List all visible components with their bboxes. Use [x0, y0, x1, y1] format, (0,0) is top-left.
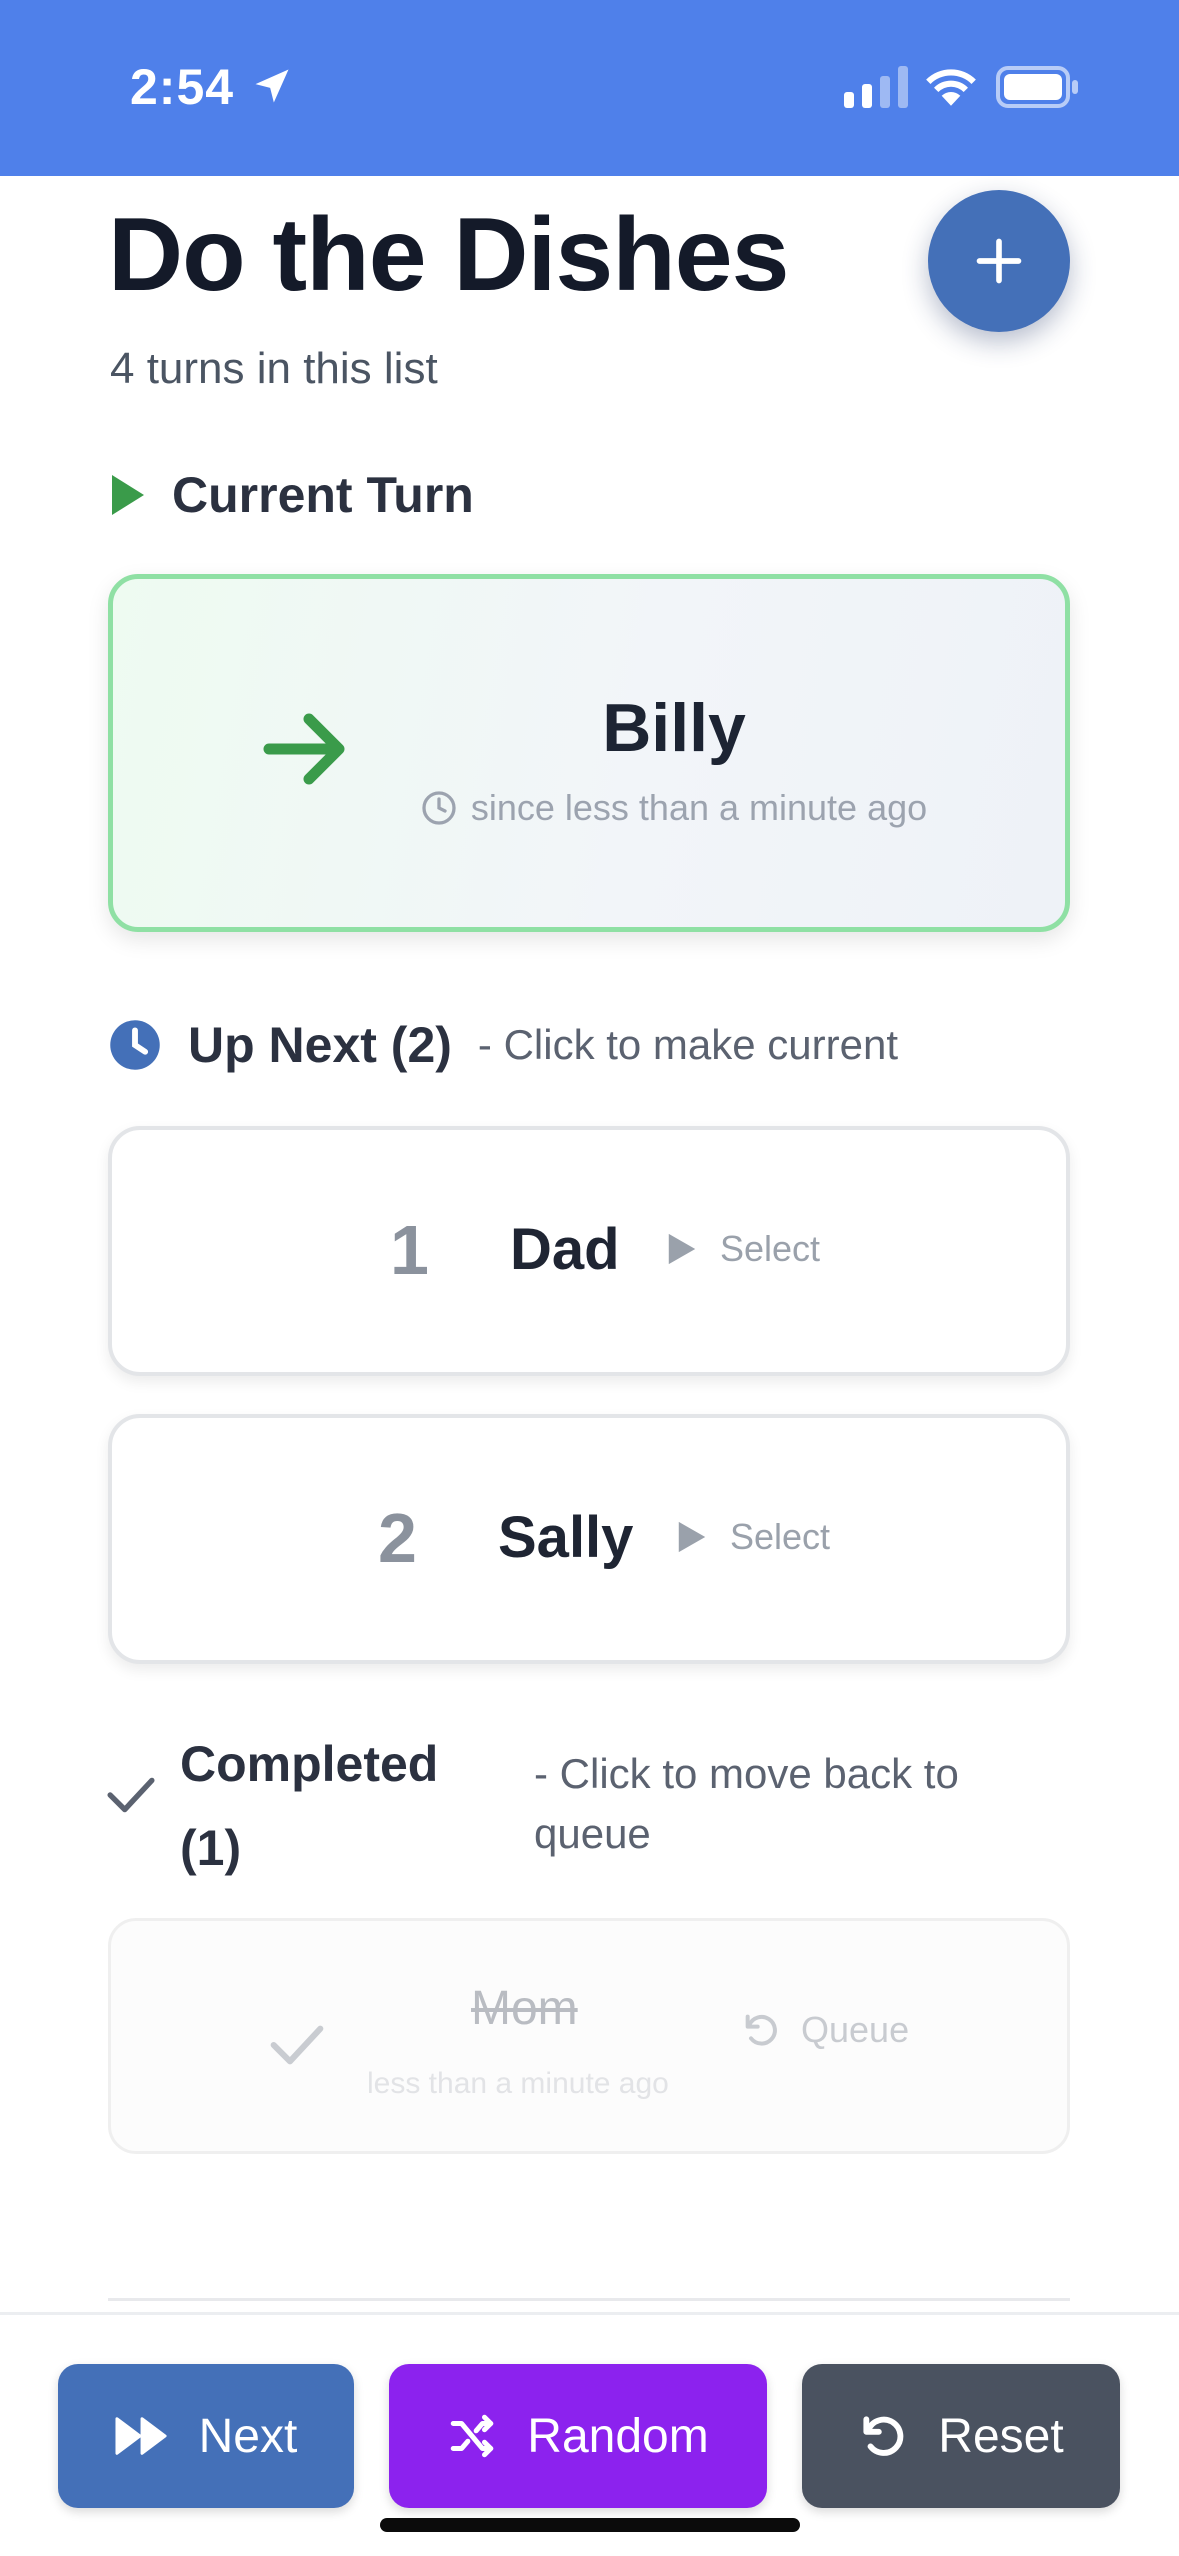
status-bar: 2:54 — [0, 0, 1179, 176]
queue-item-name: Dad — [510, 1217, 620, 1282]
completed-heading: Completed (1) — [180, 1722, 438, 1890]
clock-icon — [110, 1020, 160, 1070]
queue-item[interactable]: 2 Sally Select — [108, 1414, 1070, 1664]
current-turn-heading: Current Turn — [108, 466, 474, 524]
current-turn-name: Billy — [602, 690, 746, 766]
cell-signal-icon — [844, 66, 908, 108]
divider — [108, 2298, 1070, 2301]
add-turn-button[interactable] — [928, 190, 1070, 332]
current-turn-since-text: since less than a minute ago — [470, 787, 928, 828]
reset-button[interactable]: Reset — [802, 2364, 1120, 2508]
up-next-hint: - Click to make current — [477, 1021, 899, 1068]
random-button[interactable]: Random — [389, 2364, 767, 2508]
queue-item[interactable]: 1 Dad Select — [108, 1126, 1070, 1376]
battery-icon — [996, 66, 1078, 108]
random-button-label: Random — [527, 2409, 709, 2463]
queue-item-select[interactable]: Select — [676, 1516, 830, 1558]
plus-icon — [976, 238, 1022, 284]
clock-outline-icon — [422, 791, 456, 825]
completed-item-queue[interactable]: Queue — [741, 2009, 909, 2051]
wifi-icon — [926, 69, 976, 106]
reset-button-label: Reset — [938, 2409, 1064, 2463]
fast-forward-icon — [115, 2417, 167, 2455]
completed-heading-count: (1) — [180, 1820, 242, 1876]
completed-hint-line: queue — [534, 1810, 651, 1857]
home-indicator — [380, 2518, 800, 2532]
queue-item-select-label: Select — [730, 1516, 831, 1557]
check-icon — [270, 2025, 324, 2065]
page-subtitle: 4 turns in this list — [110, 344, 438, 393]
next-button-label: Next — [198, 2409, 298, 2463]
shuffle-icon — [451, 2414, 494, 2458]
status-time: 2:54 — [130, 59, 235, 115]
completed-item[interactable]: Mom less than a minute ago Queue — [108, 1918, 1070, 2154]
reset-icon — [863, 2416, 904, 2456]
up-next-heading: Up Next (2) - Click to make current — [108, 1016, 898, 1074]
completed-item-time: less than a minute ago — [367, 2067, 669, 2100]
completed-item-name: Mom — [471, 1982, 578, 2035]
page-title: Do the Dishes — [108, 197, 789, 313]
play-icon — [668, 1233, 696, 1265]
current-turn-since: since less than a minute ago — [113, 787, 1065, 829]
next-button[interactable]: Next — [58, 2364, 354, 2508]
undo-icon — [745, 2014, 777, 2046]
check-icon — [107, 1777, 155, 1813]
queue-item-select-label: Select — [720, 1228, 821, 1269]
queue-item-select[interactable]: Select — [666, 1228, 820, 1270]
up-next-heading-label: Up Next (2) — [188, 1017, 452, 1073]
current-turn-heading-label: Current Turn — [172, 467, 474, 523]
current-turn-card[interactable]: Billy since less than a minute ago — [108, 574, 1070, 932]
completed-heading-label: Completed — [180, 1736, 439, 1792]
completed-item-queue-label: Queue — [801, 2009, 910, 2050]
play-icon — [112, 475, 144, 515]
completed-hint: - Click to move back to queue — [534, 1744, 959, 1864]
queue-item-number: 1 — [390, 1211, 429, 1289]
completed-hint-line: - Click to move back to — [534, 1750, 959, 1797]
queue-item-name: Sally — [498, 1505, 634, 1570]
location-arrow-icon — [255, 69, 289, 103]
play-icon — [678, 1521, 706, 1553]
queue-item-number: 2 — [378, 1499, 417, 1577]
